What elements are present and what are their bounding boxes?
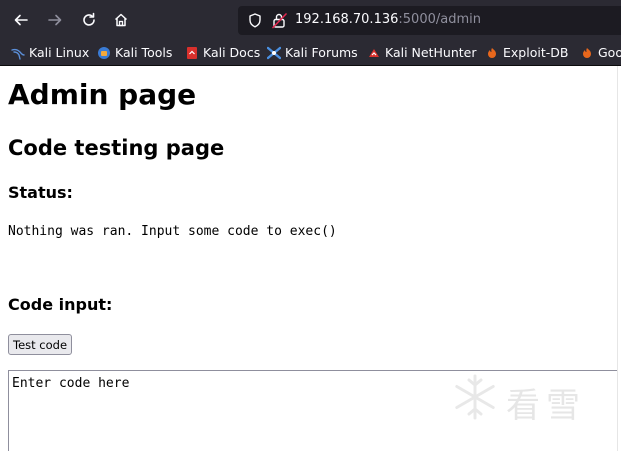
page-content: Admin page Code testing page Status: Not…: [0, 66, 617, 451]
bookmark-kali-tools[interactable]: Kali Tools: [97, 44, 172, 61]
status-message: Nothing was ran. Input some code to exec…: [8, 224, 337, 239]
bookmark-goo[interactable]: Goo: [580, 44, 621, 61]
snowflake-icon: [455, 374, 495, 420]
bookmark-label: Kali Docs: [203, 45, 261, 60]
page-subtitle: Code testing page: [8, 136, 225, 160]
url-text[interactable]: 192.168.70.136:5000/admin: [295, 12, 481, 27]
url-path: :5000/admin: [398, 12, 481, 27]
shield-icon[interactable]: [248, 13, 262, 28]
test-code-button[interactable]: Test code: [8, 334, 73, 355]
kali-forums-icon: [267, 46, 281, 59]
bookmark-label: Kali NetHunter: [385, 45, 477, 60]
ghdb-icon: [583, 47, 591, 58]
watermark-text: 看雪: [506, 386, 586, 426]
reload-icon: [83, 12, 95, 26]
browser-toolbar: 192.168.70.136:5000/admin: [0, 0, 621, 40]
kali-docs-icon: [187, 46, 197, 59]
exploit-db-icon: [488, 47, 496, 58]
bookmark-label: Goo: [598, 45, 621, 60]
url-host: 192.168.70.136: [295, 12, 399, 27]
home-button[interactable]: [108, 7, 134, 33]
nethunter-icon: [369, 48, 379, 57]
bookmark-kali-linux[interactable]: Kali Linux: [11, 44, 89, 61]
code-textarea-content: Enter code here: [12, 376, 130, 391]
bookmark-label: Kali Tools: [115, 45, 173, 60]
page-scrollbar[interactable]: [617, 66, 621, 451]
reload-button[interactable]: [76, 7, 102, 33]
kali-tools-icon: [98, 46, 110, 59]
code-input-heading: Code input:: [8, 295, 113, 314]
forward-icon: [48, 14, 62, 26]
bookmark-label: Kali Linux: [29, 45, 90, 60]
status-heading: Status:: [8, 183, 73, 202]
watermark: 看雪: [450, 372, 580, 426]
bookmarks-toolbar: Kali Linux Kali Tools Kali Docs Kali For…: [0, 40, 621, 66]
bookmark-kali-forums[interactable]: Kali Forums: [267, 44, 358, 61]
bookmark-label: Kali Forums: [285, 45, 358, 60]
bookmark-exploit-db[interactable]: Exploit-DB: [485, 44, 568, 61]
url-bar[interactable]: 192.168.70.136:5000/admin: [238, 6, 621, 35]
page-title: Admin page: [8, 78, 197, 111]
home-icon: [114, 13, 128, 27]
lock-warning-icon[interactable]: [272, 12, 288, 29]
kali-dragon-icon: [11, 48, 25, 60]
back-button[interactable]: [8, 7, 34, 33]
bookmark-kali-docs[interactable]: Kali Docs: [185, 44, 260, 61]
forward-button[interactable]: [42, 7, 68, 33]
back-icon: [14, 14, 28, 26]
bookmark-kali-nethunter[interactable]: Kali NetHunter: [367, 44, 476, 61]
bookmark-label: Exploit-DB: [503, 45, 569, 60]
